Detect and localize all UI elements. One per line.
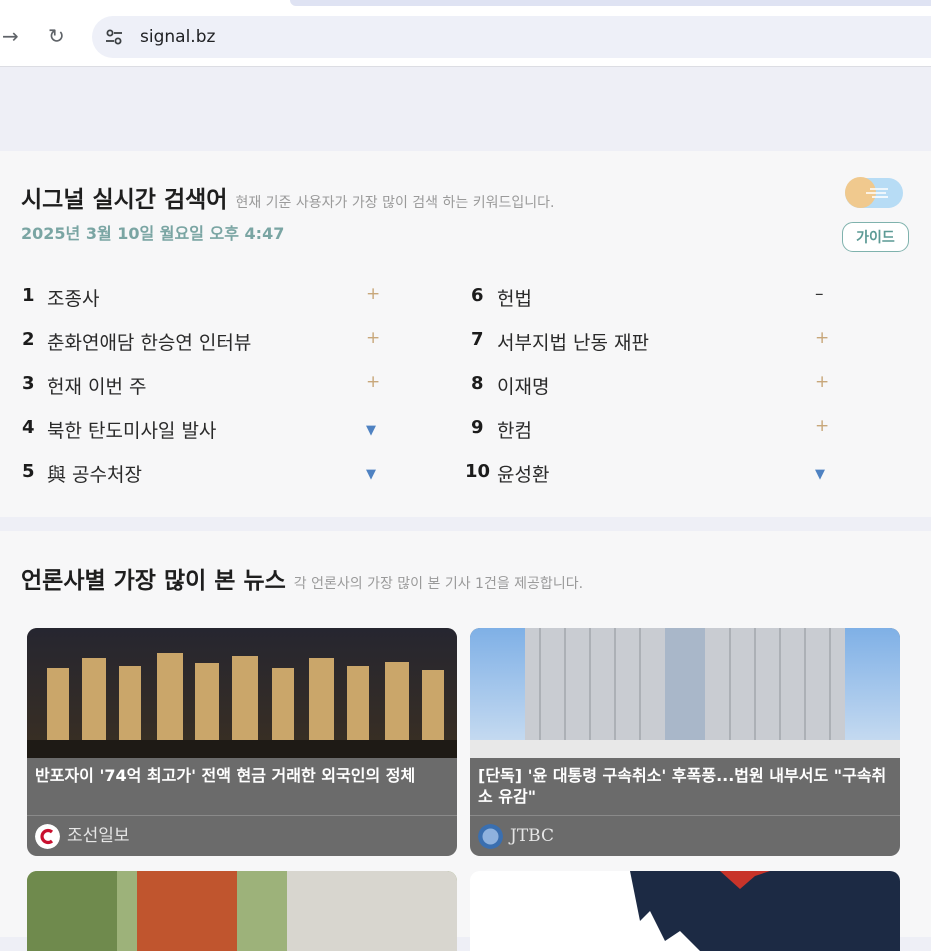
rank-number: 3 bbox=[22, 373, 35, 394]
news-card[interactable] bbox=[470, 871, 900, 951]
rank-keyword[interactable]: 與 공수처장 bbox=[47, 460, 142, 487]
rank-same-icon: – bbox=[815, 284, 824, 304]
rank-keyword[interactable]: 북한 탄도미사일 발사 bbox=[47, 416, 216, 443]
news-title: 언론사별 가장 많이 본 뉴스 bbox=[21, 568, 286, 594]
rank-new-icon: + bbox=[815, 416, 830, 436]
news-thumbnail[interactable] bbox=[470, 871, 900, 951]
rank-new-icon: + bbox=[366, 328, 381, 348]
rank-keyword[interactable]: 헌법 bbox=[497, 284, 532, 311]
realtime-title: 시그널 실시간 검색어 bbox=[21, 187, 228, 213]
rank-number: 9 bbox=[471, 417, 484, 438]
tune-icon[interactable] bbox=[104, 27, 124, 47]
news-thumbnail[interactable] bbox=[27, 628, 457, 758]
divider bbox=[470, 815, 900, 816]
rank-keyword[interactable]: 이재명 bbox=[497, 372, 549, 399]
forward-arrow-icon[interactable]: → bbox=[2, 26, 19, 46]
news-headline[interactable]: [단독] '윤 대통령 구속취소' 후폭풍...법원 내부서도 "구속취소 유감… bbox=[478, 765, 894, 807]
chosun-logo-icon bbox=[35, 824, 60, 849]
news-card[interactable]: 반포자이 '74억 최고가' 전액 현금 거래한 외국인의 정체 조선일보 bbox=[27, 628, 457, 856]
rank-new-icon: + bbox=[815, 372, 830, 392]
rank-down-icon: ▼ bbox=[366, 423, 376, 438]
news-source: JTBC bbox=[510, 826, 554, 846]
news-thumbnail[interactable] bbox=[470, 628, 900, 758]
rank-number: 1 bbox=[22, 285, 35, 306]
rank-number: 8 bbox=[471, 373, 484, 394]
rank-down-icon: ▼ bbox=[366, 467, 376, 482]
url-text[interactable]: signal.bz bbox=[140, 26, 215, 48]
rank-number: 10 bbox=[465, 461, 491, 482]
news-headline[interactable]: 반포자이 '74억 최고가' 전액 현금 거래한 외국인의 정체 bbox=[35, 765, 451, 786]
rank-number: 5 bbox=[22, 461, 35, 482]
news-thumbnail[interactable] bbox=[27, 871, 457, 951]
news-source: 조선일보 bbox=[67, 826, 130, 846]
news-card[interactable] bbox=[27, 871, 457, 951]
rank-keyword[interactable]: 한컴 bbox=[497, 416, 532, 443]
rank-number: 2 bbox=[22, 329, 35, 350]
guide-button[interactable]: 가이드 bbox=[842, 222, 909, 252]
jtbc-logo-icon bbox=[478, 824, 503, 849]
reload-icon[interactable]: ↻ bbox=[48, 26, 65, 46]
rank-number: 4 bbox=[22, 417, 35, 438]
realtime-datetime: 2025년 3월 10일 월요일 오후 4:47 bbox=[21, 224, 285, 243]
rank-new-icon: + bbox=[815, 328, 830, 348]
rank-number: 6 bbox=[471, 285, 484, 306]
rank-new-icon: + bbox=[366, 284, 381, 304]
news-card[interactable]: [단독] '윤 대통령 구속취소' 후폭풍...법원 내부서도 "구속취소 유감… bbox=[470, 628, 900, 856]
rank-keyword[interactable]: 춘화연애담 한승연 인터뷰 bbox=[47, 328, 251, 355]
rank-keyword[interactable]: 헌재 이번 주 bbox=[47, 372, 146, 399]
toggle-lines-icon bbox=[866, 188, 888, 198]
rank-keyword[interactable]: 윤성환 bbox=[497, 460, 549, 487]
rank-keyword[interactable]: 서부지법 난동 재판 bbox=[497, 328, 649, 355]
rank-keyword[interactable]: 조종사 bbox=[47, 284, 99, 311]
address-bar[interactable] bbox=[92, 16, 931, 58]
rank-number: 7 bbox=[471, 329, 484, 350]
rank-new-icon: + bbox=[366, 372, 381, 392]
tab-strip bbox=[290, 0, 931, 6]
news-subtitle: 각 언론사의 가장 많이 본 기사 1건을 제공합니다. bbox=[293, 576, 584, 592]
rank-down-icon: ▼ bbox=[815, 467, 825, 482]
divider bbox=[27, 815, 457, 816]
realtime-subtitle: 현재 기준 사용자가 가장 많이 검색 하는 키워드입니다. bbox=[235, 195, 555, 211]
